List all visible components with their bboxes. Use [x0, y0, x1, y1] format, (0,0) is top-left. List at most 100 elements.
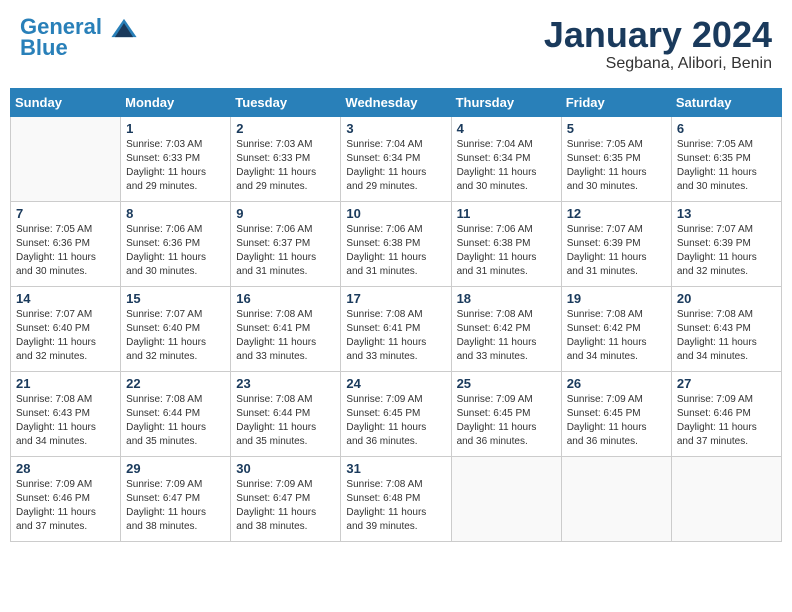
day-number: 23	[236, 376, 335, 391]
day-detail: Sunrise: 7:06 AM Sunset: 6:36 PM Dayligh…	[126, 223, 225, 279]
calendar-cell	[11, 116, 121, 201]
day-number: 16	[236, 291, 335, 306]
day-detail: Sunrise: 7:08 AM Sunset: 6:43 PM Dayligh…	[16, 393, 115, 449]
day-detail: Sunrise: 7:05 AM Sunset: 6:36 PM Dayligh…	[16, 223, 115, 279]
weekday-header: Wednesday	[341, 88, 451, 116]
day-number: 29	[126, 461, 225, 476]
calendar-cell: 12 Sunrise: 7:07 AM Sunset: 6:39 PM Dayli…	[561, 201, 671, 286]
calendar-cell: 13 Sunrise: 7:07 AM Sunset: 6:39 PM Dayli…	[671, 201, 781, 286]
day-number: 13	[677, 206, 776, 221]
calendar-week-row: 21Sunrise: 7:08 AM Sunset: 6:43 PM Dayli…	[11, 371, 782, 456]
day-number: 27	[677, 376, 776, 391]
calendar-cell: 14 Sunrise: 7:07 AM Sunset: 6:40 PM Dayli…	[11, 286, 121, 371]
day-number: 12	[567, 206, 666, 221]
day-number: 1	[126, 121, 225, 136]
day-detail: Sunrise: 7:05 AM Sunset: 6:35 PM Dayligh…	[677, 138, 776, 194]
day-number: 15	[126, 291, 225, 306]
page-header: General Blue January 2024 Segbana, Alibo…	[10, 10, 782, 78]
calendar-week-row: 28 Sunrise: 7:09 AM Sunset: 6:46 PM Dayli…	[11, 456, 782, 541]
day-detail: Sunrise: 7:06 AM Sunset: 6:37 PM Dayligh…	[236, 223, 335, 279]
day-number: 26	[567, 376, 666, 391]
day-detail: Sunrise: 7:07 AM Sunset: 6:39 PM Dayligh…	[677, 223, 776, 279]
day-detail: Sunrise: 7:04 AM Sunset: 6:34 PM Dayligh…	[346, 138, 445, 194]
calendar-cell: 24Sunrise: 7:09 AM Sunset: 6:45 PM Dayli…	[341, 371, 451, 456]
calendar-week-row: 7 Sunrise: 7:05 AM Sunset: 6:36 PM Daylig…	[11, 201, 782, 286]
calendar-cell: 17 Sunrise: 7:08 AM Sunset: 6:41 PM Dayli…	[341, 286, 451, 371]
calendar-table: SundayMondayTuesdayWednesdayThursdayFrid…	[10, 88, 782, 542]
calendar-week-row: 14 Sunrise: 7:07 AM Sunset: 6:40 PM Dayli…	[11, 286, 782, 371]
calendar-cell: 23 Sunrise: 7:08 AM Sunset: 6:44 PM Dayli…	[231, 371, 341, 456]
day-number: 17	[346, 291, 445, 306]
calendar-cell: 20 Sunrise: 7:08 AM Sunset: 6:43 PM Dayli…	[671, 286, 781, 371]
day-number: 5	[567, 121, 666, 136]
calendar-cell: 7 Sunrise: 7:05 AM Sunset: 6:36 PM Daylig…	[11, 201, 121, 286]
weekday-header: Thursday	[451, 88, 561, 116]
day-number: 22	[126, 376, 225, 391]
weekday-header: Saturday	[671, 88, 781, 116]
calendar-cell: 8 Sunrise: 7:06 AM Sunset: 6:36 PM Daylig…	[121, 201, 231, 286]
day-detail: Sunrise: 7:08 AM Sunset: 6:43 PM Dayligh…	[677, 308, 776, 364]
day-detail: Sunrise: 7:07 AM Sunset: 6:39 PM Dayligh…	[567, 223, 666, 279]
day-number: 19	[567, 291, 666, 306]
day-number: 10	[346, 206, 445, 221]
day-detail: Sunrise: 7:08 AM Sunset: 6:48 PM Dayligh…	[346, 478, 445, 534]
weekday-header: Sunday	[11, 88, 121, 116]
day-detail: Sunrise: 7:08 AM Sunset: 6:44 PM Dayligh…	[236, 393, 335, 449]
calendar-cell	[561, 456, 671, 541]
day-detail: Sunrise: 7:08 AM Sunset: 6:44 PM Dayligh…	[126, 393, 225, 449]
day-number: 31	[346, 461, 445, 476]
day-detail: Sunrise: 7:09 AM Sunset: 6:45 PM Dayligh…	[346, 393, 445, 449]
calendar-cell: 5Sunrise: 7:05 AM Sunset: 6:35 PM Daylig…	[561, 116, 671, 201]
calendar-header-row: SundayMondayTuesdayWednesdayThursdayFrid…	[11, 88, 782, 116]
day-detail: Sunrise: 7:08 AM Sunset: 6:41 PM Dayligh…	[346, 308, 445, 364]
day-detail: Sunrise: 7:09 AM Sunset: 6:46 PM Dayligh…	[16, 478, 115, 534]
calendar-cell: 30 Sunrise: 7:09 AM Sunset: 6:47 PM Dayli…	[231, 456, 341, 541]
calendar-cell: 31 Sunrise: 7:08 AM Sunset: 6:48 PM Dayli…	[341, 456, 451, 541]
day-number: 20	[677, 291, 776, 306]
day-number: 11	[457, 206, 556, 221]
day-number: 28	[16, 461, 115, 476]
calendar-cell: 2Sunrise: 7:03 AM Sunset: 6:33 PM Daylig…	[231, 116, 341, 201]
calendar-cell: 25 Sunrise: 7:09 AM Sunset: 6:45 PM Dayli…	[451, 371, 561, 456]
calendar-cell: 22 Sunrise: 7:08 AM Sunset: 6:44 PM Dayli…	[121, 371, 231, 456]
day-number: 4	[457, 121, 556, 136]
day-detail: Sunrise: 7:03 AM Sunset: 6:33 PM Dayligh…	[126, 138, 225, 194]
day-number: 30	[236, 461, 335, 476]
calendar-cell: 11 Sunrise: 7:06 AM Sunset: 6:38 PM Dayli…	[451, 201, 561, 286]
calendar-cell: 29 Sunrise: 7:09 AM Sunset: 6:47 PM Dayli…	[121, 456, 231, 541]
day-detail: Sunrise: 7:08 AM Sunset: 6:41 PM Dayligh…	[236, 308, 335, 364]
title-block: January 2024 Segbana, Alibori, Benin	[544, 15, 772, 73]
day-detail: Sunrise: 7:08 AM Sunset: 6:42 PM Dayligh…	[567, 308, 666, 364]
day-number: 14	[16, 291, 115, 306]
day-number: 6	[677, 121, 776, 136]
calendar-cell: 27 Sunrise: 7:09 AM Sunset: 6:46 PM Dayli…	[671, 371, 781, 456]
calendar-cell: 4Sunrise: 7:04 AM Sunset: 6:34 PM Daylig…	[451, 116, 561, 201]
day-detail: Sunrise: 7:09 AM Sunset: 6:45 PM Dayligh…	[457, 393, 556, 449]
day-number: 8	[126, 206, 225, 221]
day-detail: Sunrise: 7:07 AM Sunset: 6:40 PM Dayligh…	[16, 308, 115, 364]
calendar-cell: 26 Sunrise: 7:09 AM Sunset: 6:45 PM Dayli…	[561, 371, 671, 456]
calendar-cell: 16 Sunrise: 7:08 AM Sunset: 6:41 PM Dayli…	[231, 286, 341, 371]
calendar-cell: 6 Sunrise: 7:05 AM Sunset: 6:35 PM Daylig…	[671, 116, 781, 201]
day-number: 7	[16, 206, 115, 221]
day-detail: Sunrise: 7:06 AM Sunset: 6:38 PM Dayligh…	[457, 223, 556, 279]
day-number: 2	[236, 121, 335, 136]
day-detail: Sunrise: 7:09 AM Sunset: 6:47 PM Dayligh…	[126, 478, 225, 534]
day-detail: Sunrise: 7:09 AM Sunset: 6:45 PM Dayligh…	[567, 393, 666, 449]
calendar-cell: 19 Sunrise: 7:08 AM Sunset: 6:42 PM Dayli…	[561, 286, 671, 371]
day-number: 25	[457, 376, 556, 391]
day-number: 18	[457, 291, 556, 306]
day-detail: Sunrise: 7:08 AM Sunset: 6:42 PM Dayligh…	[457, 308, 556, 364]
day-number: 9	[236, 206, 335, 221]
day-detail: Sunrise: 7:09 AM Sunset: 6:47 PM Dayligh…	[236, 478, 335, 534]
weekday-header: Monday	[121, 88, 231, 116]
day-detail: Sunrise: 7:09 AM Sunset: 6:46 PM Dayligh…	[677, 393, 776, 449]
calendar-cell: 18 Sunrise: 7:08 AM Sunset: 6:42 PM Dayli…	[451, 286, 561, 371]
weekday-header: Tuesday	[231, 88, 341, 116]
calendar-cell	[451, 456, 561, 541]
weekday-header: Friday	[561, 88, 671, 116]
day-detail: Sunrise: 7:06 AM Sunset: 6:38 PM Dayligh…	[346, 223, 445, 279]
day-number: 3	[346, 121, 445, 136]
calendar-cell: 28 Sunrise: 7:09 AM Sunset: 6:46 PM Dayli…	[11, 456, 121, 541]
calendar-cell: 21Sunrise: 7:08 AM Sunset: 6:43 PM Dayli…	[11, 371, 121, 456]
